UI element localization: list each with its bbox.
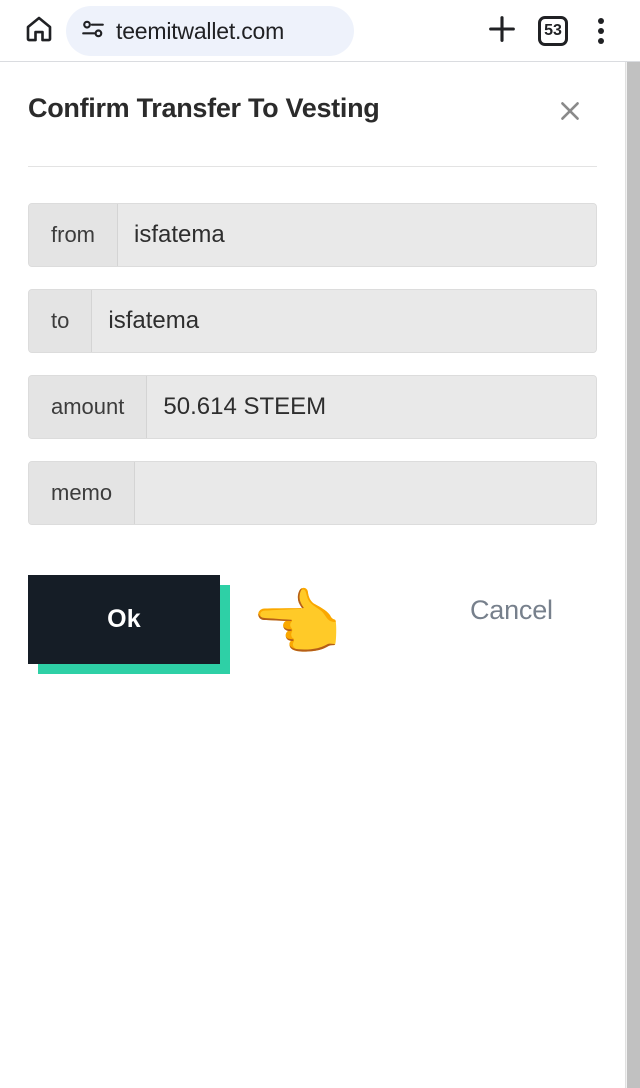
page-viewport: Confirm Transfer To Vesting from isfatem…	[0, 62, 640, 1088]
more-vertical-icon-dot	[598, 38, 604, 44]
field-row-amount: amount 50.614 STEEM	[28, 375, 597, 439]
page-title: Confirm Transfer To Vesting	[28, 93, 380, 123]
tab-switcher-button[interactable]: 53	[528, 6, 578, 56]
cancel-button[interactable]: Cancel	[470, 595, 553, 626]
field-value-to: isfatema	[92, 290, 596, 352]
field-value-amount: 50.614 STEEM	[147, 376, 596, 438]
page-scrollbar-track[interactable]	[625, 62, 640, 1088]
address-bar[interactable]: teemitwallet.com	[66, 6, 354, 56]
browser-toolbar: teemitwallet.com 53	[0, 0, 640, 62]
pointing-hand-icon: 👈	[250, 582, 343, 665]
dialog-actions: Ok 👈 Cancel	[28, 575, 597, 680]
more-vertical-icon-dot	[598, 28, 604, 34]
plus-icon	[485, 12, 519, 51]
field-label-memo: memo	[29, 462, 136, 524]
confirm-transfer-dialog: Confirm Transfer To Vesting from isfatem…	[0, 62, 625, 1088]
field-label-from: from	[29, 204, 118, 266]
tune-icon[interactable]	[80, 16, 106, 47]
field-label-amount: amount	[29, 376, 148, 438]
field-value-memo	[135, 462, 596, 524]
field-row-memo: memo	[28, 461, 597, 525]
field-row-to: to isfatema	[28, 289, 597, 353]
ok-button[interactable]: Ok	[28, 575, 220, 664]
home-icon	[24, 14, 54, 49]
field-label-to: to	[29, 290, 93, 352]
address-bar-url: teemitwallet.com	[116, 17, 285, 44]
transfer-details-list: from isfatema to isfatema amount 50.614 …	[28, 203, 597, 525]
dialog-header: Confirm Transfer To Vesting	[28, 62, 597, 132]
close-button[interactable]	[551, 94, 589, 132]
new-tab-button[interactable]	[476, 6, 528, 56]
tab-count-badge: 53	[538, 16, 568, 46]
field-value-from: isfatema	[118, 204, 596, 266]
field-row-from: from isfatema	[28, 203, 597, 267]
home-button[interactable]	[16, 8, 62, 54]
more-vertical-icon	[598, 18, 604, 24]
close-icon	[557, 98, 583, 129]
page-scrollbar-thumb[interactable]	[627, 62, 640, 1088]
ok-button-wrap: Ok	[28, 575, 230, 674]
header-divider	[28, 166, 597, 167]
browser-menu-button[interactable]	[578, 6, 624, 56]
